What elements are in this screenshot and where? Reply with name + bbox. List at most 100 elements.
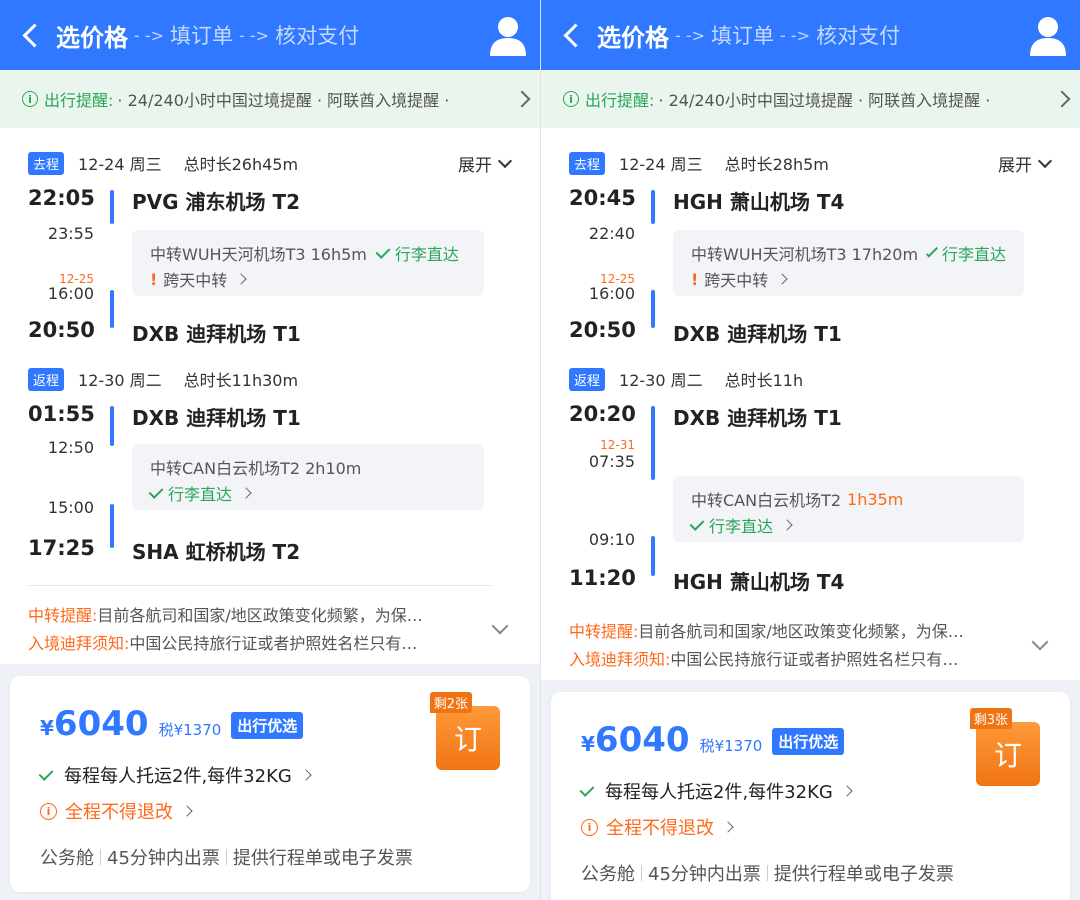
step-arrow: - -> bbox=[134, 25, 165, 45]
leg-bar bbox=[110, 190, 114, 224]
step-arrow: - -> bbox=[239, 25, 270, 45]
chevron-right-icon bbox=[841, 785, 853, 797]
outbound-segment: 22:05 PVG 浦东机场 T2 23:55 中转WUH天河机场T3 16h5… bbox=[28, 176, 512, 356]
arr-airport: HGH 萧山机场 T4 bbox=[673, 570, 845, 594]
leg1-arr-time: 22:40 bbox=[588, 224, 635, 243]
refund-text: 全程不得退改 bbox=[606, 818, 714, 839]
transfer-box[interactable]: 中转WUH天河机场T3 17h20m 行李直达 ! 跨天中转 bbox=[673, 230, 1024, 296]
chevron-right-icon bbox=[300, 769, 312, 781]
chevron-right-icon bbox=[1053, 90, 1071, 108]
dep-airport: DXB 迪拜机场 T1 bbox=[673, 406, 842, 430]
tax-amount: 税¥1370 bbox=[158, 721, 222, 739]
dep-time: 20:20 bbox=[569, 402, 636, 426]
inbound-tag: 返程 bbox=[28, 367, 65, 391]
inbound-date: 12-30 周二 bbox=[78, 371, 162, 390]
transfer-notice-text: 目前各航司和国家/地区政策变化频繁，为保… bbox=[97, 606, 423, 625]
inbound-header: 返程 12-30 周二 总时长11h bbox=[569, 366, 1052, 392]
notices[interactable]: 中转提醒: 目前各航司和国家/地区政策变化频繁，为保… 入境迪拜须知: 中国公民… bbox=[28, 600, 512, 656]
ticket-features: 公务舱 45分钟内出票 提供行程单或电子发票 bbox=[581, 860, 954, 886]
step-confirm-pay: 核对支付 bbox=[275, 24, 360, 48]
dep-time: 22:05 bbox=[28, 186, 95, 210]
back-chevron-icon[interactable] bbox=[0, 0, 56, 70]
step-arrow: - -> bbox=[780, 25, 811, 45]
inbound-duration: 总时长11h bbox=[724, 371, 804, 390]
recommend-badge: 出行优选 bbox=[231, 712, 304, 739]
back-chevron-icon[interactable] bbox=[541, 0, 597, 70]
expand-button[interactable]: 展开 bbox=[458, 151, 513, 176]
baggage-allowance[interactable]: 每程每人托运2件,每件32KG bbox=[38, 762, 312, 788]
refund-text: 全程不得退改 bbox=[65, 802, 173, 823]
baggage-allowance[interactable]: 每程每人托运2件,每件32KG bbox=[579, 778, 853, 804]
transfer-box[interactable]: 中转WUH天河机场T3 16h5m 行李直达 ! 跨天中转 bbox=[132, 230, 484, 296]
book-label: 订 bbox=[993, 739, 1022, 772]
chevron-right-icon bbox=[781, 519, 793, 531]
reminder-label: 出行提醒: bbox=[44, 91, 114, 110]
user-avatar-icon[interactable] bbox=[488, 14, 528, 56]
refund-policy[interactable]: i 全程不得退改 bbox=[581, 814, 734, 840]
leg1-arr-time: 12:50 bbox=[47, 438, 94, 457]
outbound-duration: 总时长26h45m bbox=[183, 155, 299, 174]
leg-bar bbox=[651, 406, 655, 480]
refund-policy[interactable]: i 全程不得退改 bbox=[40, 798, 193, 824]
step-confirm-pay: 核对支付 bbox=[816, 24, 901, 48]
inbound-date: 12-30 周二 bbox=[619, 371, 703, 390]
baggage-through-label: 行李直达 bbox=[709, 517, 774, 536]
inbound-segment: 20:20 DXB 迪拜机场 T1 12-31 07:35 中转CAN白云机场T… bbox=[569, 392, 1052, 594]
recommend-badge: 出行优选 bbox=[772, 728, 845, 755]
chevron-right-icon bbox=[181, 805, 193, 817]
transfer-box[interactable]: 中转CAN白云机场T2 2h10m 行李直达 bbox=[132, 444, 484, 510]
info-icon: i bbox=[581, 818, 598, 836]
arr-airport: DXB 迪拜机场 T1 bbox=[673, 322, 842, 346]
reminder-text: · 24/240小时中国过境提醒 · 阿联酋入境提醒 · bbox=[658, 91, 991, 110]
arr-airport: DXB 迪拜机场 T1 bbox=[132, 322, 301, 346]
outbound-duration: 总时长28h5m bbox=[724, 155, 829, 174]
user-avatar-icon[interactable] bbox=[1028, 14, 1068, 56]
outbound-date: 12-24 周三 bbox=[619, 155, 703, 174]
baggage-text: 每程每人托运2件,每件32KG bbox=[64, 766, 292, 787]
issue-time: 45分钟内出票 bbox=[107, 848, 220, 869]
price-card[interactable]: ¥ 6040 税¥1370 出行优选 订 剩3张 每程每人托运2件,每件32KG… bbox=[551, 692, 1070, 900]
inbound-tag: 返程 bbox=[569, 367, 606, 391]
transfer-text: 中转CAN白云机场T2 2h10m bbox=[150, 459, 362, 478]
expand-button[interactable]: 展开 bbox=[998, 151, 1053, 176]
transfer-notice-label: 中转提醒: bbox=[28, 606, 98, 625]
reminder-label: 出行提醒: bbox=[585, 91, 655, 110]
baggage-through-label: 行李直达 bbox=[941, 245, 1006, 264]
arr-time: 20:50 bbox=[28, 318, 95, 342]
travel-reminder-bar[interactable]: i 出行提醒: · 24/240小时中国过境提醒 · 阿联酋入境提醒 · bbox=[541, 70, 1080, 128]
transfer-text: 中转WUH天河机场T3 16h5m bbox=[150, 245, 367, 264]
chevron-down-icon bbox=[497, 153, 513, 168]
transfer-duration-highlight: 1h35m bbox=[847, 489, 904, 509]
info-icon: i bbox=[22, 91, 38, 107]
step-current: 选价格 bbox=[56, 23, 128, 52]
book-label: 订 bbox=[453, 723, 482, 756]
book-button[interactable]: 订 bbox=[976, 722, 1040, 786]
header-bar: 选价格 - -> 填订单 - -> 核对支付 bbox=[541, 0, 1080, 70]
arr-time: 20:50 bbox=[569, 318, 636, 342]
chevron-right-icon bbox=[513, 90, 531, 108]
check-icon bbox=[38, 766, 54, 781]
travel-reminder-bar[interactable]: i 出行提醒: · 24/240小时中国过境提醒 · 阿联酋入境提醒 · bbox=[0, 70, 540, 128]
tax-amount: 税¥1370 bbox=[699, 737, 763, 755]
leg-bar bbox=[110, 406, 114, 446]
outbound-tag: 去程 bbox=[569, 151, 606, 175]
cabin-class: 公务舱 bbox=[40, 848, 94, 869]
check-icon bbox=[579, 782, 595, 797]
leg2-dep-time: 16:00 bbox=[47, 284, 94, 303]
notices[interactable]: 中转提醒: 目前各航司和国家/地区政策变化频繁，为保… 入境迪拜须知: 中国公民… bbox=[569, 616, 1052, 672]
book-button[interactable]: 订 bbox=[436, 706, 500, 770]
entry-notice-label: 入境迪拜须知: bbox=[28, 634, 130, 653]
step-arrow: - -> bbox=[675, 25, 706, 45]
chevron-right-icon bbox=[722, 821, 734, 833]
inbound-segment: 01:55 DXB 迪拜机场 T1 12:50 中转CAN白云机场T2 2h10… bbox=[28, 392, 512, 572]
flight-panel-left: 选价格 - -> 填订单 - -> 核对支付 i 出行提醒: · 24/240小… bbox=[0, 0, 540, 900]
outbound-segment: 20:45 HGH 萧山机场 T4 22:40 中转WUH天河机场T3 17h2… bbox=[569, 176, 1052, 356]
transfer-box[interactable]: 中转CAN白云机场T2 1h35m 行李直达 bbox=[673, 476, 1024, 542]
price-card[interactable]: ¥ 6040 税¥1370 出行优选 订 剩2张 每程每人托运2件,每件32KG… bbox=[10, 676, 530, 892]
dep-airport: DXB 迪拜机场 T1 bbox=[132, 406, 301, 430]
chevron-right-icon bbox=[240, 487, 252, 499]
divider bbox=[28, 585, 492, 586]
chevron-down-icon bbox=[1037, 153, 1053, 168]
cabin-class: 公务舱 bbox=[581, 864, 635, 885]
warning-icon: ! bbox=[691, 269, 699, 289]
